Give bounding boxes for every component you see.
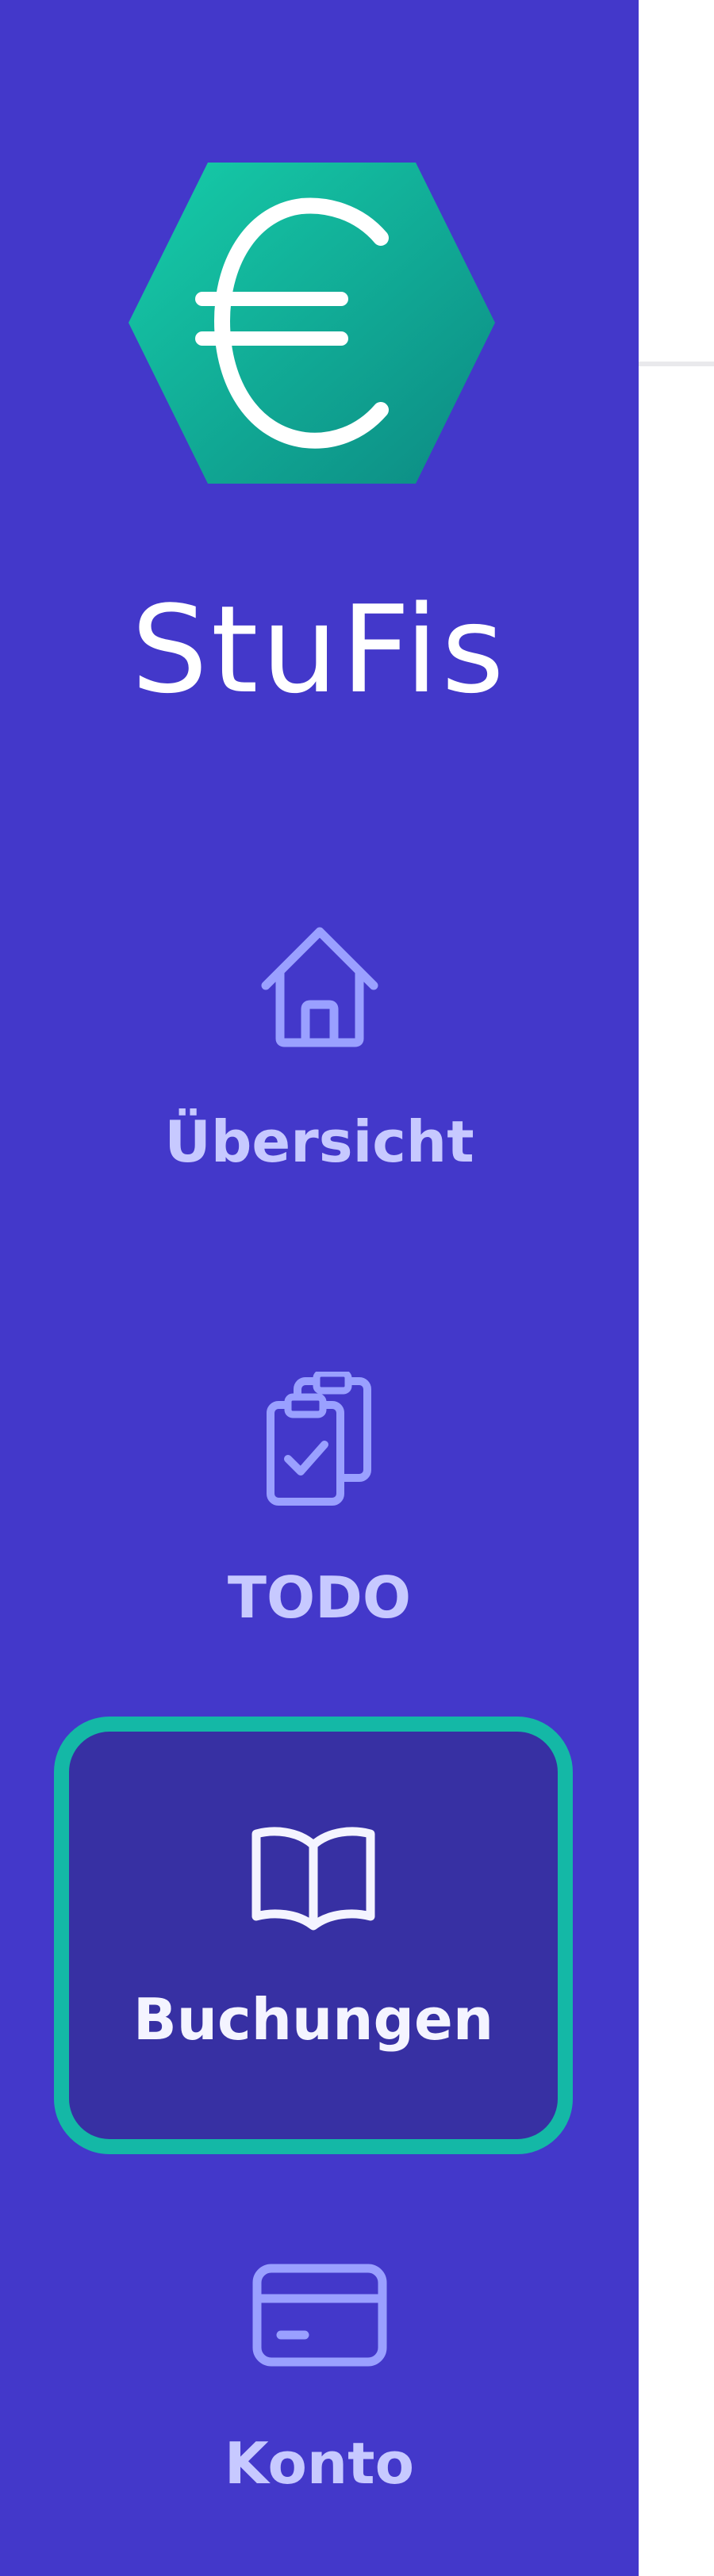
nav-item-todo[interactable]: TODO (0, 1348, 639, 1631)
nav-item-uebersicht[interactable]: Übersicht (0, 920, 639, 1189)
header-divider (639, 362, 714, 366)
credit-card-icon (252, 2264, 386, 2367)
open-book-icon (251, 1827, 375, 1931)
clipboard-check-icon (266, 1372, 371, 1506)
nav-item-buchungen[interactable]: Buchungen (54, 1717, 573, 2154)
home-icon (261, 927, 378, 1047)
euro-hexagon-icon[interactable] (129, 163, 495, 484)
sidebar: StuFis Übersicht TODO Buchungen Konto (0, 0, 639, 2576)
app-window: StuFis Übersicht TODO Buchungen Konto (0, 0, 714, 2576)
nav-label-konto: Konto (224, 2430, 415, 2497)
nav-label-buchungen: Buchungen (132, 1986, 494, 2053)
main-content (639, 0, 714, 2576)
nav-label-uebersicht: Übersicht (164, 1108, 474, 1175)
brand-name: StuFis (131, 580, 508, 720)
nav-item-konto[interactable]: Konto (0, 2252, 639, 2521)
nav-label-todo: TODO (227, 1564, 412, 1631)
